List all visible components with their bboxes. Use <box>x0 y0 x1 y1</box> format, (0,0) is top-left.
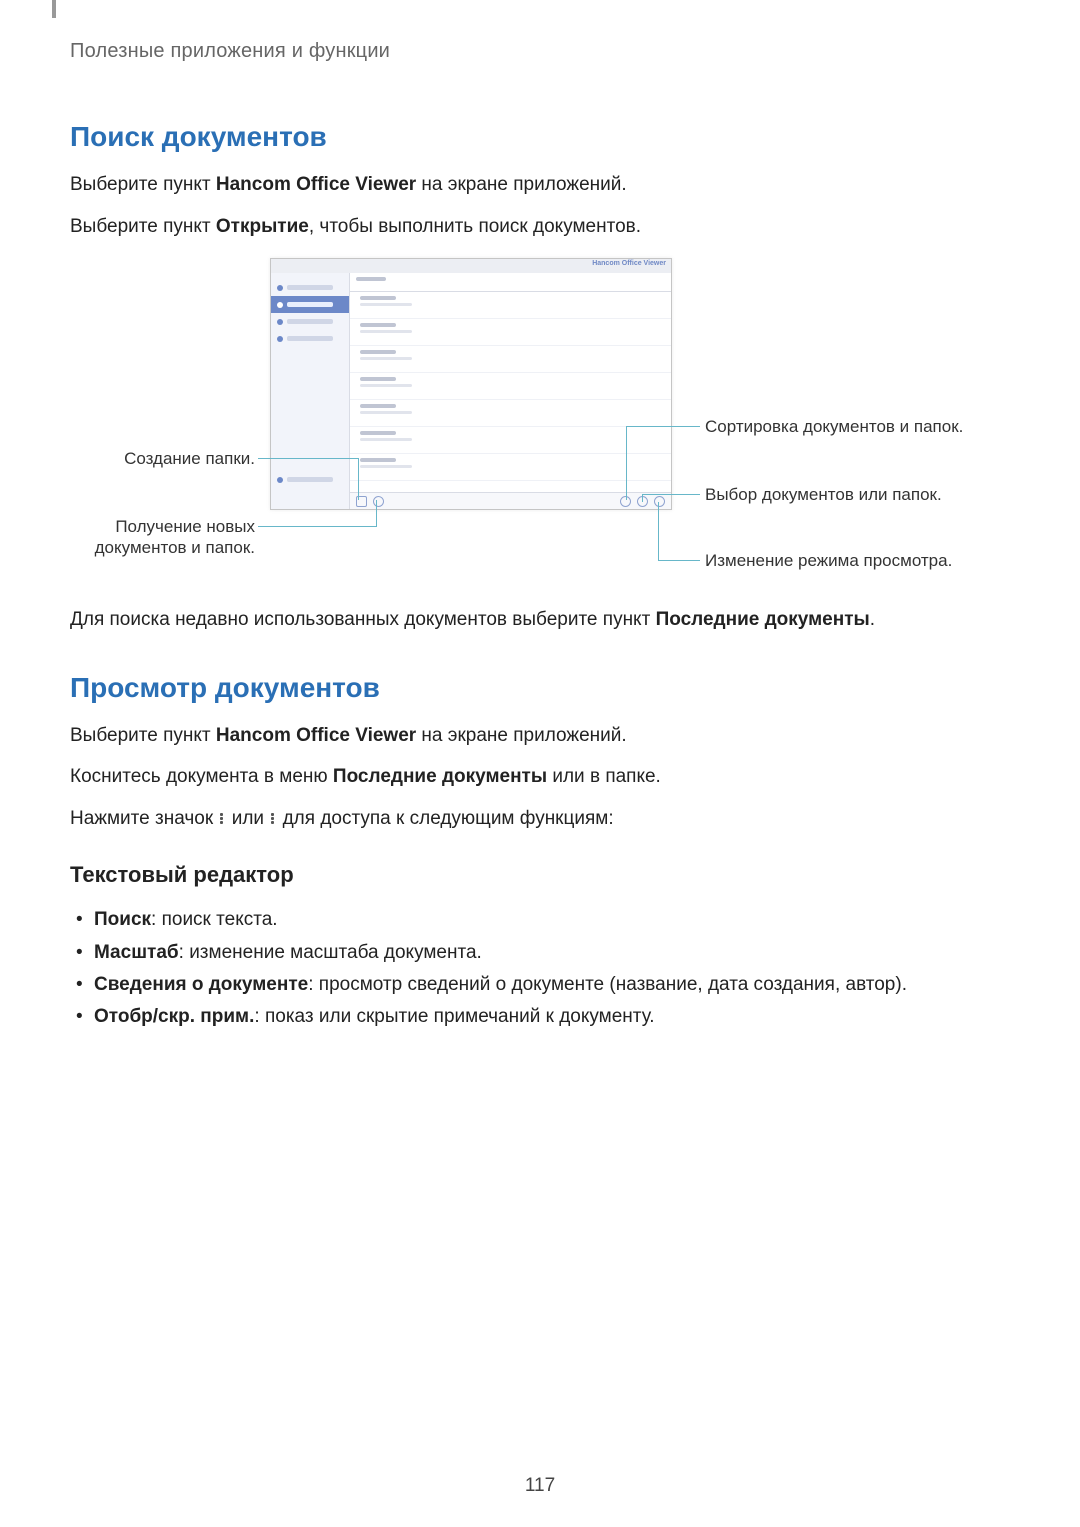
more-vert-icon <box>271 812 275 825</box>
app-titlebar: Hancom Office Viewer <box>271 259 671 273</box>
text-bold: Масштаб <box>94 942 179 963</box>
lead-line <box>668 494 700 495</box>
text: для доступа к следующим функциям: <box>277 808 613 829</box>
page: Полезные приложения и функции Поиск доку… <box>0 0 1080 1527</box>
text: : просмотр сведений о документе (названи… <box>308 974 907 995</box>
file-row <box>350 400 671 427</box>
text: , чтобы выполнить поиск документов. <box>309 216 641 237</box>
sidebar-item <box>271 330 349 347</box>
text: . <box>870 609 875 630</box>
file-row <box>350 454 671 481</box>
app-sidebar <box>271 273 350 509</box>
lead-line <box>642 494 668 495</box>
sidebar-item <box>271 471 349 488</box>
mainpane-header <box>350 273 671 292</box>
more-vert-icon <box>220 812 224 825</box>
callout-sort: Сортировка документов и папок. <box>705 416 1005 437</box>
callout-create-folder: Создание папки. <box>70 448 255 469</box>
text: : поиск текста. <box>151 909 278 930</box>
lead-line <box>658 502 659 561</box>
paragraph: Нажмите значок или для доступа к следующ… <box>70 805 1010 833</box>
subsection-title-text-editor: Текстовый редактор <box>70 862 1010 888</box>
refresh-icon <box>373 496 384 507</box>
lead-line <box>658 560 700 561</box>
text-bold: Открытие <box>216 216 309 237</box>
lead-line <box>358 458 359 500</box>
file-row <box>350 292 671 319</box>
text-bold: Сведения о документе <box>94 974 308 995</box>
text: на экране приложений. <box>416 725 627 746</box>
section-title-search-documents: Поиск документов <box>70 121 1010 153</box>
text: или <box>226 808 269 829</box>
text: Нажмите значок <box>70 808 218 829</box>
file-row <box>350 346 671 373</box>
page-number: 117 <box>0 1475 1080 1497</box>
callout-get-new: Получение новых документов и папок. <box>70 516 255 559</box>
sidebar-item-active <box>271 296 349 313</box>
list-item: Сведения о документе: просмотр сведений … <box>70 969 1010 1001</box>
callout-view-mode: Изменение режима просмотра. <box>705 550 1005 571</box>
file-row <box>350 427 671 454</box>
text: Выберите пункт <box>70 174 216 195</box>
text: на экране приложений. <box>416 174 627 195</box>
lead-line <box>258 526 376 527</box>
file-row <box>350 373 671 400</box>
section-title-view-documents: Просмотр документов <box>70 672 1010 704</box>
paragraph: Для поиска недавно использованных докуме… <box>70 606 1010 634</box>
list-item: Поиск: поиск текста. <box>70 904 1010 936</box>
app-mainpane <box>350 273 671 509</box>
text: Выберите пункт <box>70 725 216 746</box>
figure: Hancom Office Viewer <box>70 258 1010 598</box>
feature-list: Поиск: поиск текста. Масштаб: изменение … <box>70 904 1010 1033</box>
text-bold: Отобр/скр. прим. <box>94 1006 254 1027</box>
text-bold: Hancom Office Viewer <box>216 725 416 746</box>
callout-select: Выбор документов или папок. <box>705 484 1005 505</box>
lead-line <box>642 494 643 502</box>
text: : показ или скрытие примечаний к докумен… <box>254 1006 654 1027</box>
text: : изменение масштаба документа. <box>179 942 482 963</box>
lead-line <box>626 426 627 500</box>
app-body <box>271 273 671 509</box>
text: или в папке. <box>547 766 661 787</box>
text-bold: Поиск <box>94 909 151 930</box>
text: Для поиска недавно использованных докуме… <box>70 609 656 630</box>
lead-line <box>626 426 700 427</box>
app-screenshot: Hancom Office Viewer <box>270 258 672 510</box>
view-mode-icon <box>654 496 665 507</box>
lead-line <box>258 458 358 459</box>
paragraph: Выберите пункт Открытие, чтобы выполнить… <box>70 213 1010 241</box>
paragraph: Коснитесь документа в меню Последние док… <box>70 763 1010 791</box>
text-bold: Последние документы <box>656 609 870 630</box>
mainpane-toolbar <box>350 492 671 509</box>
text: Коснитесь документа в меню <box>70 766 333 787</box>
text-bold: Hancom Office Viewer <box>216 174 416 195</box>
page-tab-mark <box>52 0 56 18</box>
breadcrumb: Полезные приложения и функции <box>70 40 1010 63</box>
sidebar-item <box>271 313 349 330</box>
app-title: Hancom Office Viewer <box>592 260 666 267</box>
paragraph: Выберите пункт Hancom Office Viewer на э… <box>70 171 1010 199</box>
list-item: Отобр/скр. прим.: показ или скрытие прим… <box>70 1001 1010 1033</box>
file-row <box>350 319 671 346</box>
text-bold: Последние документы <box>333 766 547 787</box>
lead-line <box>376 500 377 527</box>
paragraph: Выберите пункт Hancom Office Viewer на э… <box>70 722 1010 750</box>
text: Выберите пункт <box>70 216 216 237</box>
list-item: Масштаб: изменение масштаба документа. <box>70 937 1010 969</box>
sidebar-item <box>271 279 349 296</box>
